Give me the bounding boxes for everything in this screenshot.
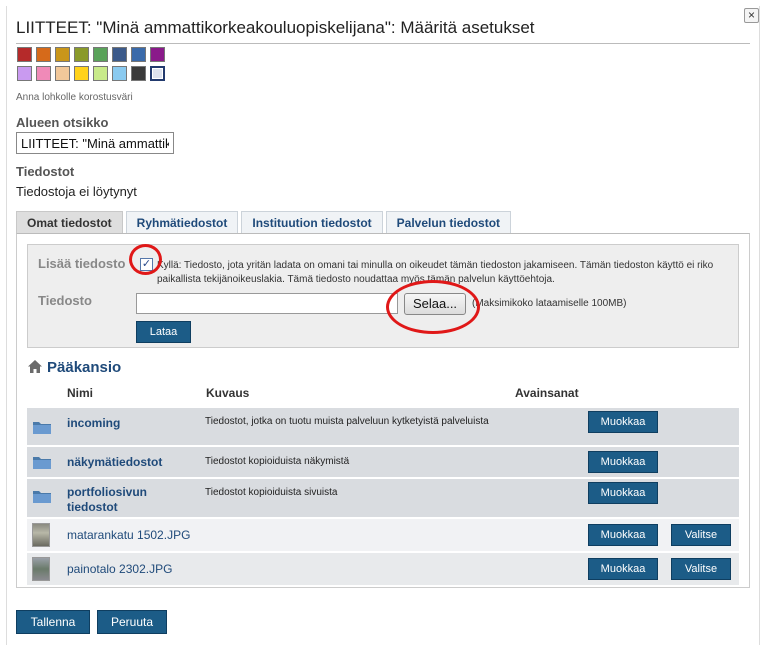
swatch-row-2 [17,66,165,81]
annotation-circle-checkbox [129,244,162,275]
folder-icon [33,457,51,469]
add-file-label: Lisää tiedosto [38,256,126,271]
row-description: Tiedostot kopioiduista näkymistä [205,456,350,467]
edit-button[interactable]: Muokkaa [588,524,658,546]
title-divider [16,43,750,44]
color-swatch[interactable] [131,47,146,62]
select-button[interactable]: Valitse [671,524,731,546]
color-swatch[interactable] [55,66,70,81]
color-swatch[interactable] [74,47,89,62]
folder-title: Pääkansio [47,359,122,376]
color-swatch[interactable] [93,47,108,62]
tab-site-files[interactable]: Palvelun tiedostot [385,211,512,233]
color-swatch[interactable] [55,47,70,62]
table-row: incoming Tiedostot, jotka on tuotu muist… [27,408,739,445]
row-name-link[interactable]: matarankatu 1502.JPG [67,528,190,543]
image-thumbnail[interactable] [32,557,50,581]
file-label: Tiedosto [38,293,92,308]
edit-button[interactable]: Muokkaa [588,558,658,580]
upload-button[interactable]: Lataa [136,321,191,343]
heading-label: Alueen otsikko [16,115,109,130]
row-name-link[interactable]: näkymätiedostot [67,455,162,470]
row-description: Tiedostot kopioiduista sivuista [205,487,338,498]
color-swatches [17,47,165,85]
dialog-title: LIITTEET: "Minä ammattikorkeakouluopiske… [16,18,535,37]
edit-button[interactable]: Muokkaa [588,482,658,504]
color-swatch[interactable] [74,66,89,81]
save-button[interactable]: Tallenna [16,610,90,634]
home-icon[interactable] [28,360,42,373]
edit-button[interactable]: Muokkaa [588,411,658,433]
color-swatch[interactable] [112,47,127,62]
cancel-button[interactable]: Peruuta [97,610,167,634]
table-row: painotalo 2302.JPG Muokkaa Valitse [27,553,739,585]
row-description: Tiedostot, jotka on tuotu muista palvelu… [205,416,489,427]
file-path-input[interactable] [136,293,398,314]
max-size-note: (Maksimikoko lataamiselle 100MB) [472,298,627,309]
annotation-circle-browse [386,280,480,334]
color-swatch[interactable] [150,66,165,81]
file-tabs: Omat tiedostot Ryhmätiedostot Instituuti… [16,211,514,233]
tab-own-files[interactable]: Omat tiedostot [16,211,123,233]
color-swatch[interactable] [36,66,51,81]
close-icon: × [747,8,755,22]
table-row: matarankatu 1502.JPG Muokkaa Valitse [27,519,739,551]
swatch-row-1 [17,47,165,62]
swatch-hint: Anna lohkolle korostusväri [16,92,133,103]
col-tags-header: Avainsanat [515,386,579,400]
folder-icon [33,422,51,434]
table-row: portfoliosivun tiedostot Tiedostot kopio… [27,479,739,517]
row-name-link[interactable]: incoming [67,416,120,431]
heading-input[interactable] [16,132,174,154]
color-swatch[interactable] [17,47,32,62]
close-button[interactable]: × [744,8,759,23]
select-button[interactable]: Valitse [671,558,731,580]
color-swatch[interactable] [93,66,108,81]
color-swatch[interactable] [17,66,32,81]
row-name-link[interactable]: painotalo 2302.JPG [67,562,172,577]
color-swatch[interactable] [112,66,127,81]
col-name-header: Nimi [67,386,94,400]
color-swatch[interactable] [131,66,146,81]
col-description-header: Kuvaus [206,386,250,400]
tab-institution-files[interactable]: Instituution tiedostot [241,211,383,233]
image-thumbnail[interactable] [32,523,50,547]
files-empty-text: Tiedostoja ei löytynyt [16,184,137,199]
color-swatch[interactable] [36,47,51,62]
files-label: Tiedostot [16,164,75,179]
color-swatch[interactable] [150,47,165,62]
table-row: näkymätiedostot Tiedostot kopioiduista n… [27,447,739,477]
row-name-link[interactable]: portfoliosivun tiedostot [67,485,187,515]
folder-icon [33,491,51,503]
tab-group-files[interactable]: Ryhmätiedostot [125,211,239,233]
edit-button[interactable]: Muokkaa [588,451,658,473]
